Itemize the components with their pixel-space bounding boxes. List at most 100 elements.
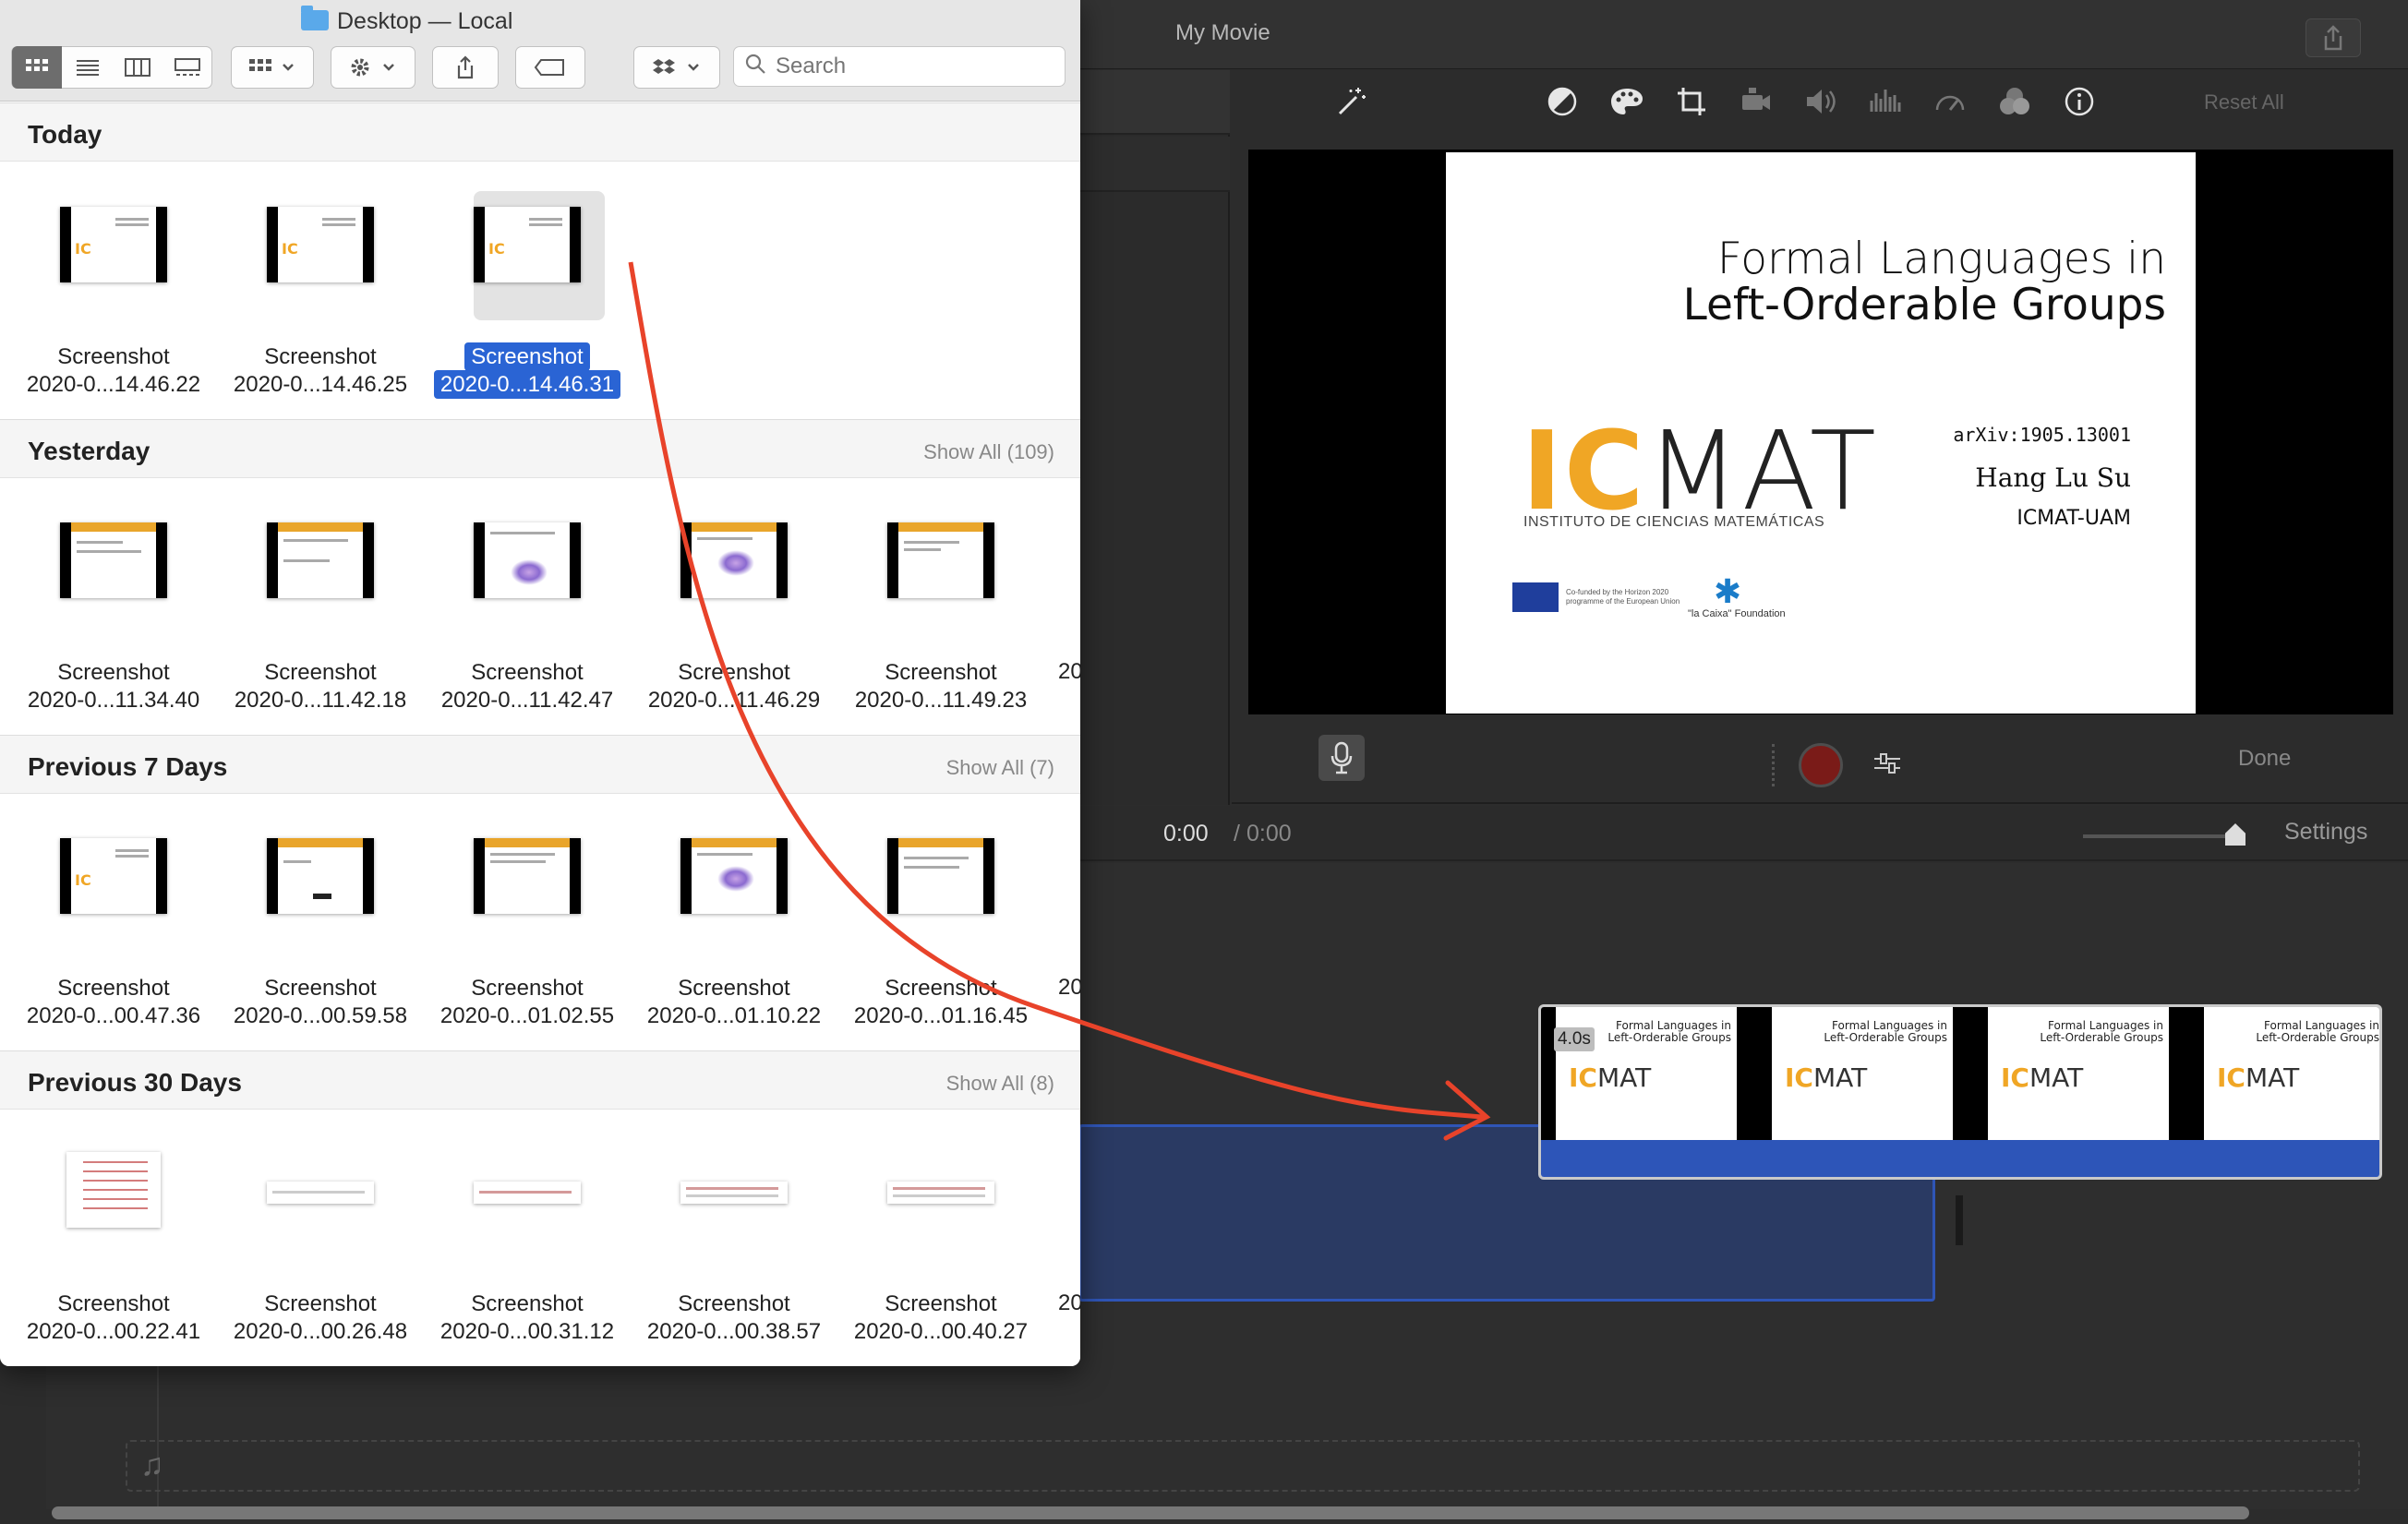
file-name: Screenshot xyxy=(678,976,790,1001)
file-item[interactable]: Screenshot 2020-0...11.34.40 xyxy=(11,482,216,713)
column-view-button[interactable] xyxy=(113,46,163,89)
clip-logo: ICMAT xyxy=(2001,1062,2083,1093)
tag-icon xyxy=(534,59,564,76)
file-name: Screenshot xyxy=(471,976,584,1001)
file-name: Screenshot xyxy=(885,660,997,685)
voiceover-button[interactable] xyxy=(1318,735,1365,781)
clip-frame: Formal Languages in Left-Orderable Groups… xyxy=(1757,1007,1973,1140)
file-item[interactable]: Screenshot 2020-0...00.26.48 xyxy=(218,1113,423,1344)
clip-title-line2: Left-Orderable Groups xyxy=(2040,1031,2163,1044)
file-item[interactable]: Screenshot 2020-0...00.22.41 xyxy=(11,1113,216,1344)
reset-all-button[interactable]: Reset All xyxy=(2204,90,2284,114)
clip-frame-title: Formal Languages in Left-Orderable Groups xyxy=(1824,1020,1947,1044)
volume-icon[interactable] xyxy=(1802,83,1839,120)
done-button[interactable]: Done xyxy=(2238,746,2291,772)
timeline-scrollbar[interactable] xyxy=(52,1506,2249,1519)
file-item[interactable]: Screenshot 2020-0...11.49.23 xyxy=(838,482,1043,713)
file-name: Screenshot xyxy=(57,976,170,1001)
file-name: Screenshot xyxy=(264,660,377,685)
drag-grip[interactable] xyxy=(1772,744,1781,786)
noise-reduction-icon[interactable] xyxy=(1867,83,1904,120)
show-all-link[interactable]: Show All (109) xyxy=(923,440,1054,464)
clip-frame-title: Formal Languages in Left-Orderable Groups xyxy=(2040,1020,2163,1044)
music-audio-lane[interactable] xyxy=(126,1440,2360,1492)
share-button[interactable] xyxy=(2306,18,2361,57)
file-item[interactable]: Screenshot 2020-0...11.46.29 xyxy=(632,482,837,713)
dropbox-menu-button[interactable] xyxy=(633,46,720,89)
action-menu-button[interactable] xyxy=(331,46,415,89)
file-item[interactable]: Screenshot 2020-0...11.42.18 xyxy=(218,482,423,713)
crop-icon[interactable] xyxy=(1673,83,1710,120)
truncated-item-label: 20 xyxy=(1058,1290,1080,1315)
edit-tags-button[interactable] xyxy=(515,46,585,89)
file-item[interactable]: IC Screenshot 2020-0...14.46.25 xyxy=(218,166,423,397)
show-all-link[interactable]: Show All (7) xyxy=(946,756,1054,780)
dragged-clip[interactable]: Formal Languages in Left-Orderable Groups… xyxy=(1538,1004,2382,1180)
file-date: 2020-0...11.46.29 xyxy=(647,688,821,713)
stabilization-icon[interactable] xyxy=(1738,83,1775,120)
clip-logo-mat: MAT xyxy=(1812,1062,1868,1093)
icon-view-button[interactable] xyxy=(12,46,62,89)
folder-icon xyxy=(301,6,329,30)
file-item[interactable]: Screenshot 2020-0...01.16.45 xyxy=(838,798,1043,1028)
lacaixa-star-icon: ✱ xyxy=(1714,572,1742,610)
section-header-today: Today xyxy=(0,102,1080,162)
section-title: Previous 30 Days xyxy=(28,1068,242,1097)
file-thumbnail xyxy=(887,1182,994,1204)
record-button[interactable] xyxy=(1799,743,1843,787)
clip-logo: ICMAT xyxy=(1785,1062,1867,1093)
file-thumbnail xyxy=(680,1182,788,1204)
list-view-button[interactable] xyxy=(63,46,113,89)
timeline-marker xyxy=(1956,1195,1963,1245)
foundation-name: "la Caixa" Foundation xyxy=(1688,608,1786,619)
file-item[interactable]: Screenshot 2020-0...00.59.58 xyxy=(218,798,423,1028)
lacaixa-logo: ✱ "la Caixa" Foundation xyxy=(1688,572,1786,620)
file-thumbnail xyxy=(887,522,994,598)
clip-filter-icon[interactable] xyxy=(1996,83,2033,120)
gallery-view-button[interactable] xyxy=(163,46,212,89)
file-thumbnail xyxy=(680,838,788,914)
file-item-selected[interactable]: IC Screenshot 2020-0...14.46.31 xyxy=(425,166,630,399)
gallery-icon xyxy=(175,58,200,76)
file-item[interactable]: Screenshot 2020-0...00.40.27 xyxy=(838,1113,1043,1344)
magic-wand-icon[interactable] xyxy=(1333,83,1370,120)
color-correction-icon[interactable] xyxy=(1608,83,1645,120)
file-item[interactable]: Screenshot 2020-0...01.02.55 xyxy=(425,798,630,1028)
file-date: 2020-0...01.16.45 xyxy=(853,1003,1029,1028)
file-thumbnail xyxy=(474,522,581,598)
speed-icon[interactable] xyxy=(1932,83,1969,120)
voiceover-options-icon[interactable] xyxy=(1872,750,1902,782)
clip-logo: ICMAT xyxy=(2217,1062,2299,1093)
file-thumbnail xyxy=(887,838,994,914)
clip-logo-ic: IC xyxy=(1569,1062,1597,1093)
file-date-text: 2020-0...14.46.31 xyxy=(433,370,621,399)
music-note-icon: ♫ xyxy=(140,1447,164,1482)
group-by-button[interactable] xyxy=(231,46,314,89)
file-item[interactable]: IC Screenshot 2020-0...00.47.36 xyxy=(11,798,216,1028)
section-header-previous-30-days: Previous 30 Days Show All (8) xyxy=(0,1050,1080,1110)
file-date: 2020-0...00.38.57 xyxy=(646,1319,822,1344)
file-date: 2020-0...14.46.31 xyxy=(425,370,630,399)
file-name: Screenshot xyxy=(57,660,170,685)
share-button[interactable] xyxy=(432,46,499,89)
file-item[interactable]: Screenshot 2020-0...00.31.12 xyxy=(425,1113,630,1344)
slide-title-line2: Left-Orderable Groups xyxy=(1682,280,2166,330)
file-date: 2020-0...11.42.18 xyxy=(234,688,407,713)
clip-audio-bar xyxy=(1541,1140,2379,1177)
file-name: Screenshot xyxy=(264,976,377,1001)
timeline-settings-button[interactable]: Settings xyxy=(2284,819,2367,846)
file-item[interactable]: IC Screenshot 2020-0...14.46.22 xyxy=(11,166,216,397)
file-name: Screenshot xyxy=(678,1291,790,1316)
file-item[interactable]: Screenshot 2020-0...01.10.22 xyxy=(632,798,837,1028)
search-input[interactable] xyxy=(774,48,1051,85)
info-icon[interactable] xyxy=(2061,83,2098,120)
clip-logo-mat: MAT xyxy=(2245,1062,2300,1093)
file-name: Screenshot xyxy=(885,1291,997,1316)
color-balance-icon[interactable] xyxy=(1544,83,1581,120)
institute-name: INSTITUTO DE CIENCIAS MATEMÁTICAS xyxy=(1523,514,1825,530)
timeline-zoom-slider[interactable] xyxy=(2083,834,2236,838)
file-item[interactable]: Screenshot 2020-0...00.38.57 xyxy=(632,1113,837,1344)
file-item[interactable]: Screenshot 2020-0...11.42.47 xyxy=(425,482,630,713)
show-all-link[interactable]: Show All (8) xyxy=(946,1072,1054,1096)
file-date: 2020-0...01.02.55 xyxy=(439,1003,615,1028)
